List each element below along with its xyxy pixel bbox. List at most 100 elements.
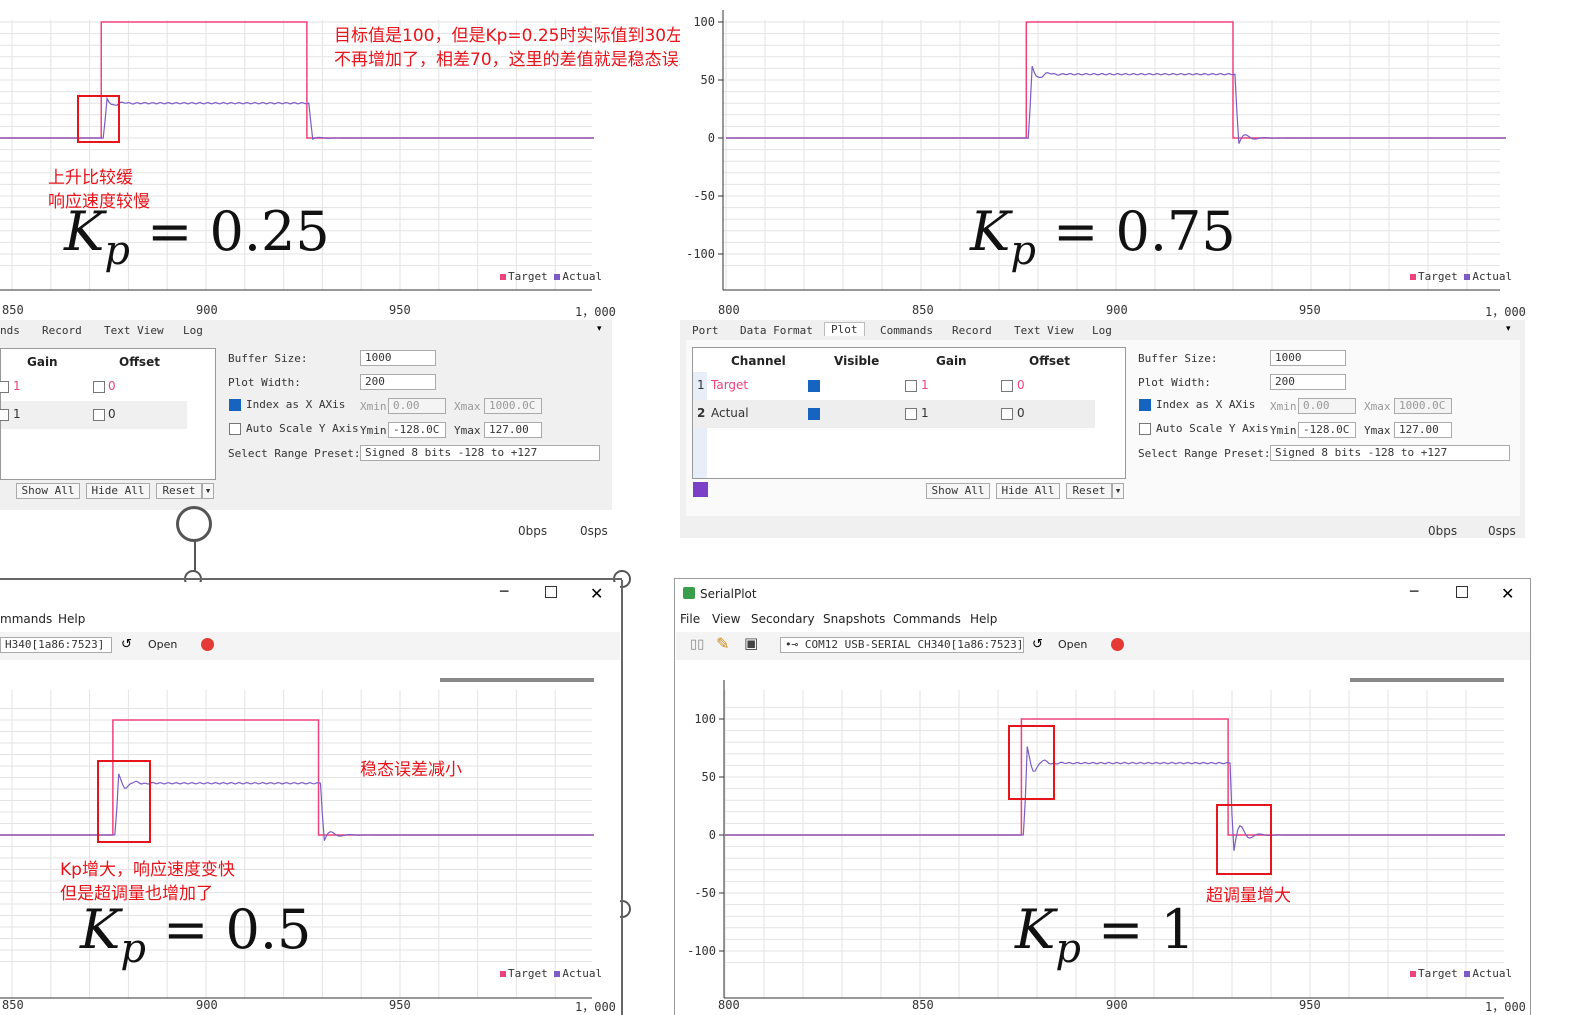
- buffer-size-input[interactable]: 1000: [1270, 350, 1346, 366]
- tab-data-format[interactable]: Data Format: [740, 324, 813, 337]
- gain-checkbox[interactable]: [905, 380, 917, 392]
- index-as-x-checkbox[interactable]: [1139, 399, 1151, 411]
- close-icon[interactable]: ✕: [1501, 584, 1514, 603]
- gain-checkbox[interactable]: [0, 381, 9, 393]
- menu-view[interactable]: View: [712, 612, 740, 626]
- maximize-icon[interactable]: [1456, 586, 1468, 598]
- plot-width-label: Plot Width:: [1138, 376, 1211, 389]
- visible-checkbox[interactable]: [808, 408, 820, 420]
- menu-file[interactable]: File: [680, 612, 700, 626]
- refresh-icon[interactable]: ↺: [121, 637, 132, 652]
- window-title: SerialPlot: [700, 587, 757, 601]
- row-index: 1: [697, 378, 705, 392]
- x-tick: 850: [2, 998, 24, 1012]
- kp-symbol: K: [80, 898, 121, 961]
- status-sps: 0sps: [580, 524, 608, 538]
- snapshot-icon[interactable]: ▣: [744, 634, 758, 652]
- channel-name[interactable]: Actual: [711, 406, 749, 420]
- pause-icon[interactable]: ▯▯: [690, 637, 704, 652]
- tab-record[interactable]: Record: [42, 324, 82, 337]
- plot-scrollbar[interactable]: [1350, 678, 1504, 682]
- tab-record[interactable]: Record: [952, 324, 992, 337]
- annotation-line2: 不再增加了，相差70，这里的差值就是稳态误差: [334, 50, 696, 70]
- tab-port[interactable]: Port: [692, 324, 719, 337]
- auto-scale-checkbox[interactable]: [1139, 423, 1151, 435]
- buffer-size-label: Buffer Size:: [228, 352, 308, 365]
- tab-log[interactable]: Log: [1092, 324, 1112, 337]
- reset-menu-button[interactable]: ▾: [202, 483, 214, 499]
- kp-label-025: Kp = 0.25: [64, 200, 330, 274]
- tab-commands[interactable]: nds: [0, 324, 20, 337]
- clear-icon[interactable]: ✎: [716, 634, 729, 653]
- record-icon[interactable]: [201, 638, 214, 651]
- port-select[interactable]: H340[1a86:7523]: [0, 637, 112, 653]
- minimize-icon[interactable]: ─: [1410, 584, 1418, 600]
- kp-subscript: p: [1010, 228, 1036, 274]
- buffer-size-input[interactable]: 1000: [360, 350, 436, 366]
- menu-help[interactable]: Help: [970, 612, 997, 626]
- usb-icon: •⊸: [785, 638, 805, 651]
- open-button[interactable]: Open: [1058, 638, 1087, 651]
- gain-checkbox[interactable]: [905, 408, 917, 420]
- auto-scale-checkbox[interactable]: [229, 423, 241, 435]
- reset-menu-button[interactable]: ▾: [1112, 483, 1124, 499]
- tab-log[interactable]: Log: [183, 324, 203, 337]
- xmax-input[interactable]: 1000.0C: [1394, 398, 1452, 414]
- rotate-handle-icon[interactable]: [176, 506, 212, 542]
- reset-button[interactable]: Reset: [156, 483, 202, 499]
- legend: Target Actual: [1410, 967, 1512, 980]
- show-all-button[interactable]: Show All: [16, 483, 80, 499]
- ymin-input[interactable]: -128.0C: [1298, 422, 1356, 438]
- gain-checkbox[interactable]: [0, 409, 9, 421]
- record-icon[interactable]: [1111, 638, 1124, 651]
- range-preset-select[interactable]: Signed 8 bits -128 to +127: [360, 445, 600, 461]
- menu-commands[interactable]: mmands: [0, 612, 52, 626]
- menu-snapshots[interactable]: Snapshots: [823, 612, 885, 626]
- ymax-input[interactable]: 127.00: [484, 422, 542, 438]
- plot-width-input[interactable]: 200: [360, 374, 436, 390]
- menu-secondary[interactable]: Secondary: [751, 612, 815, 626]
- menu-commands[interactable]: Commands: [893, 612, 961, 626]
- xmin-input[interactable]: 0.00: [1298, 398, 1356, 414]
- open-button[interactable]: Open: [148, 638, 177, 651]
- channel-table: Gain Offset 1 0 1 0: [0, 348, 216, 480]
- tab-menu-arrow[interactable]: ▾: [1506, 324, 1511, 334]
- status-bps: 0bps: [1428, 524, 1458, 538]
- legend-target: Target: [508, 967, 548, 980]
- offset-checkbox[interactable]: [1001, 408, 1013, 420]
- visible-checkbox[interactable]: [808, 380, 820, 392]
- menu-help[interactable]: Help: [58, 612, 85, 626]
- xmax-input[interactable]: 1000.0C: [484, 398, 542, 414]
- hide-all-button[interactable]: Hide All: [86, 483, 150, 499]
- annotation-steady-smaller: 稳态误差减小: [360, 760, 462, 780]
- channel-name[interactable]: Target: [711, 378, 748, 392]
- minimize-icon[interactable]: ─: [500, 584, 508, 600]
- plot-scrollbar[interactable]: [440, 678, 594, 682]
- show-all-button[interactable]: Show All: [926, 483, 990, 499]
- tab-menu-arrow[interactable]: ▾: [597, 324, 602, 334]
- legend: Target Actual: [500, 967, 602, 980]
- color-swatch[interactable]: [693, 482, 708, 497]
- ymax-input[interactable]: 127.00: [1394, 422, 1452, 438]
- port-select[interactable]: •⊸ COM12 USB-SERIAL CH340[1a86:7523]: [780, 637, 1024, 653]
- plot-width-input[interactable]: 200: [1270, 374, 1346, 390]
- refresh-icon[interactable]: ↺: [1032, 637, 1043, 652]
- index-as-x-checkbox[interactable]: [229, 399, 241, 411]
- close-icon[interactable]: ✕: [590, 584, 603, 603]
- maximize-icon[interactable]: [545, 586, 557, 598]
- settings-panel-right: Port Data Format Plot Commands Record Te…: [680, 320, 1525, 538]
- hide-all-button[interactable]: Hide All: [996, 483, 1060, 499]
- offset-checkbox[interactable]: [93, 381, 105, 393]
- offset-checkbox[interactable]: [1001, 380, 1013, 392]
- tab-plot[interactable]: Plot: [824, 322, 865, 336]
- x-tick: 800: [718, 303, 740, 317]
- offset-checkbox[interactable]: [93, 409, 105, 421]
- reset-button[interactable]: Reset: [1066, 483, 1112, 499]
- xmin-input[interactable]: 0.00: [388, 398, 446, 414]
- tab-text-view[interactable]: Text View: [1014, 324, 1074, 337]
- ymin-input[interactable]: -128.0C: [388, 422, 446, 438]
- range-preset-select[interactable]: Signed 8 bits -128 to +127: [1270, 445, 1510, 461]
- tab-commands[interactable]: Commands: [880, 324, 933, 337]
- x-tick: 900: [196, 303, 218, 317]
- tab-text-view[interactable]: Text View: [104, 324, 164, 337]
